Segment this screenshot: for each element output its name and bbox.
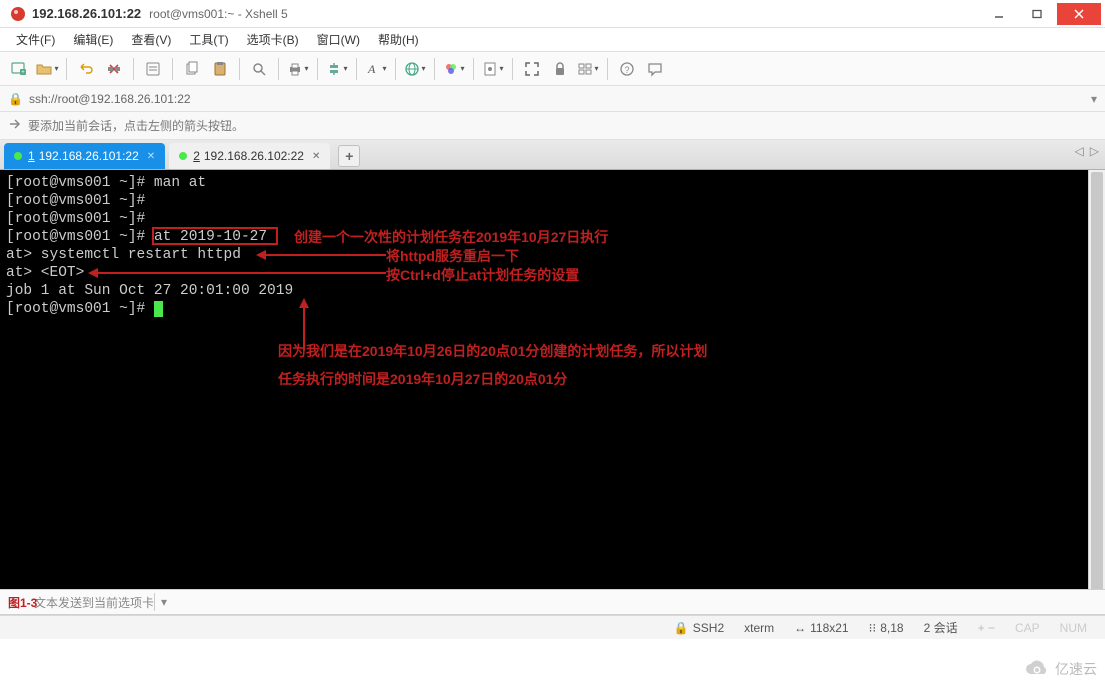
svg-text:+: + [21,70,25,76]
addressbar-dropdown-icon[interactable]: ▾ [1091,92,1097,106]
menu-edit[interactable]: 编辑(E) [65,29,121,50]
menubar: 文件(F) 编辑(E) 查看(V) 工具(T) 选项卡(B) 窗口(W) 帮助(… [0,28,1105,52]
figure-label: 图1-3 [8,594,37,611]
grid-icon: ⁝⁝ [869,621,877,635]
globe-button[interactable]: ▾ [402,56,428,82]
maximize-button[interactable] [1019,3,1055,25]
status-zoom[interactable]: + − [978,621,995,635]
fullscreen-button[interactable] [519,56,545,82]
tab-add-button[interactable]: + [338,145,360,167]
terminal-line: [root@vms001 ~]# [6,300,1099,318]
tab-number: 2 [193,149,200,163]
resize-icon: ↔ [794,621,806,635]
terminal-line: [root@vms001 ~]# at 2019-10-27 [6,228,1099,246]
tab-close-icon[interactable]: ✕ [147,151,155,162]
menu-tools[interactable]: 工具(T) [181,29,236,50]
print-button[interactable]: ▾ [285,56,311,82]
terminal-line: job 1 at Sun Oct 27 20:01:00 2019 [6,282,1099,300]
annotation-text: 任务执行的时间是2019年10月27日的20点01分 [278,370,567,388]
tabbar: 1 192.168.26.101:22 ✕ 2 192.168.26.102:2… [0,140,1105,170]
inputbar-placeholder: 文本发送到当前选项卡 [34,594,154,611]
tab-next-icon[interactable]: ▷ [1090,144,1099,158]
status-dot-icon [14,152,22,160]
inputbar[interactable]: 图1-3 文本发送到当前选项卡 ▾ [0,589,1105,615]
menu-window[interactable]: 窗口(W) [309,29,368,50]
status-sessions: 2 会话 [924,619,958,636]
layout-button[interactable]: ▾ [575,56,601,82]
toolbar: + ▾ ▾ ▾ A▾ ▾ ▾ ▾ ▾ ? [0,52,1105,86]
inputbar-dropdown-icon[interactable]: ▾ [154,593,173,611]
new-session-button[interactable]: + [6,56,32,82]
menu-view[interactable]: 查看(V) [123,29,179,50]
disconnect-button[interactable] [101,56,127,82]
hintbar: 要添加当前会话，点击左侧的箭头按钮。 [0,112,1105,140]
tab-number: 1 [28,149,35,163]
address-url: ssh://root@192.168.26.101:22 [29,92,191,106]
statusbar: 🔒SSH2 xterm ↔118x21 ⁝⁝8,18 2 会话 + − CAP … [0,615,1105,639]
status-terminal-type: xterm [744,621,774,635]
terminal-line: at> <EOT> [6,264,1099,282]
terminal-line: [root@vms001 ~]# man at [6,174,1099,192]
tab-nav: ◁ ▷ [1075,144,1099,158]
tab-session-1[interactable]: 1 192.168.26.101:22 ✕ [4,143,165,169]
annotation-text: 因为我们是在2019年10月26日的20点01分创建的计划任务，所以计划 [278,342,707,360]
terminal-line: [root@vms001 ~]# [6,192,1099,210]
close-button[interactable] [1057,3,1101,25]
titlebar: 192.168.26.101:22 root@vms001:~ - Xshell… [0,0,1105,28]
find-button[interactable] [246,56,272,82]
script-button[interactable]: ▾ [480,56,506,82]
tab-label: 192.168.26.101:22 [39,149,139,163]
menu-tab[interactable]: 选项卡(B) [239,29,307,50]
svg-text:A: A [367,62,376,76]
window-title: 192.168.26.101:22 [32,6,141,21]
terminal[interactable]: [root@vms001 ~]# man at [root@vms001 ~]#… [0,170,1105,589]
minimize-button[interactable] [981,3,1017,25]
menu-help[interactable]: 帮助(H) [370,29,427,50]
status-dot-icon [179,152,187,160]
cloud-icon [1023,660,1051,678]
tab-label: 192.168.26.102:22 [204,149,304,163]
status-protocol: 🔒SSH2 [674,621,724,635]
feedback-button[interactable] [642,56,668,82]
addressbar[interactable]: 🔒 ssh://root@192.168.26.101:22 ▾ [0,86,1105,112]
paste-button[interactable] [207,56,233,82]
hint-arrow-icon[interactable] [8,117,22,134]
transfer-button[interactable]: ▾ [324,56,350,82]
lock-icon: 🔒 [8,92,23,106]
tab-session-2[interactable]: 2 192.168.26.102:22 ✕ [169,143,330,169]
hint-text: 要添加当前会话，点击左侧的箭头按钮。 [28,117,244,134]
watermark: 亿速云 [1023,659,1097,679]
status-num: NUM [1060,621,1087,635]
terminal-line: [root@vms001 ~]# [6,210,1099,228]
window-subtitle: root@vms001:~ - Xshell 5 [149,7,288,21]
font-button[interactable]: A▾ [363,56,389,82]
svg-text:?: ? [624,65,629,75]
color-button[interactable]: ▾ [441,56,467,82]
reconnect-button[interactable] [73,56,99,82]
lock-icon: 🔒 [674,621,689,635]
watermark-text: 亿速云 [1055,659,1097,679]
terminal-scrollbar[interactable] [1088,170,1105,589]
cursor-icon [154,301,163,317]
tab-close-icon[interactable]: ✕ [312,151,320,162]
open-button[interactable]: ▾ [34,56,60,82]
lock-button[interactable] [547,56,573,82]
terminal-line: at> systemctl restart httpd [6,246,1099,264]
properties-button[interactable] [140,56,166,82]
status-size: ↔118x21 [794,621,848,635]
copy-button[interactable] [179,56,205,82]
help-button[interactable]: ? [614,56,640,82]
status-caps: CAP [1015,621,1040,635]
app-icon [10,6,26,22]
menu-file[interactable]: 文件(F) [8,29,63,50]
status-cursor-pos: ⁝⁝8,18 [869,621,904,635]
tab-prev-icon[interactable]: ◁ [1075,144,1084,158]
